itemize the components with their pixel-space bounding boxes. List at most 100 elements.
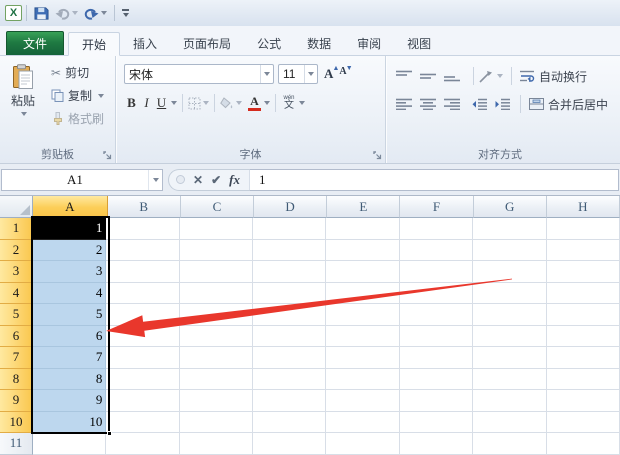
cell-E2[interactable] <box>326 239 400 261</box>
row-header-2[interactable]: 2 <box>0 239 33 261</box>
column-header-E[interactable]: E <box>327 196 401 218</box>
cell-A11[interactable] <box>32 433 107 455</box>
font-size-combo[interactable]: 11 <box>278 64 318 84</box>
orientation-dropdown-arrow[interactable] <box>497 74 503 78</box>
column-header-C[interactable]: C <box>180 196 255 218</box>
cell-D5[interactable] <box>253 304 327 326</box>
cell-D10[interactable] <box>253 411 327 433</box>
cell-C2[interactable] <box>179 239 254 261</box>
shrink-font-button[interactable]: A ▼ <box>339 64 352 77</box>
cell-C3[interactable] <box>179 261 254 283</box>
row-header-9[interactable]: 9 <box>0 390 33 412</box>
cell-C1[interactable] <box>179 218 254 240</box>
cell-A10[interactable]: 10 <box>32 411 107 433</box>
cell-F8[interactable] <box>399 368 474 390</box>
cell-B7[interactable] <box>106 347 180 369</box>
cell-B11[interactable] <box>106 433 180 455</box>
cell-H3[interactable] <box>546 261 620 283</box>
cell-A5[interactable]: 5 <box>32 304 107 326</box>
cell-E3[interactable] <box>326 261 400 283</box>
row-header-10[interactable]: 10 <box>0 411 33 433</box>
font-color-dropdown-arrow[interactable] <box>264 101 270 105</box>
align-top-button[interactable] <box>396 70 412 82</box>
cell-F9[interactable] <box>399 390 474 412</box>
cell-G8[interactable] <box>473 368 547 390</box>
cell-F3[interactable] <box>399 261 474 283</box>
fill-color-button[interactable] <box>220 96 242 110</box>
insert-function-button[interactable]: fx <box>229 172 240 188</box>
row-header-7[interactable]: 7 <box>0 347 33 369</box>
cell-B3[interactable] <box>106 261 180 283</box>
formula-input[interactable]: 1 <box>248 168 619 191</box>
cell-E7[interactable] <box>326 347 400 369</box>
cell-B10[interactable] <box>106 411 180 433</box>
font-size-dropdown-arrow[interactable] <box>304 65 317 83</box>
cell-G6[interactable] <box>473 325 547 347</box>
paste-button[interactable]: 粘贴 <box>0 61 46 130</box>
cell-B6[interactable] <box>106 325 180 347</box>
cell-E11[interactable] <box>326 433 400 455</box>
cell-C6[interactable] <box>179 325 254 347</box>
row-header-8[interactable]: 8 <box>0 368 33 390</box>
row-header-11[interactable]: 11 <box>0 433 33 455</box>
cell-C5[interactable] <box>179 304 254 326</box>
cell-H4[interactable] <box>546 282 620 304</box>
cell-E4[interactable] <box>326 282 400 304</box>
bold-button[interactable]: B <box>124 95 139 111</box>
cell-G9[interactable] <box>473 390 547 412</box>
tab-formulas[interactable]: 公式 <box>244 31 294 55</box>
column-header-D[interactable]: D <box>254 196 328 218</box>
borders-dropdown-arrow[interactable] <box>203 101 209 105</box>
format-painter-button[interactable]: 格式刷 <box>48 107 107 130</box>
cell-B8[interactable] <box>106 368 180 390</box>
align-left-button[interactable] <box>396 98 412 110</box>
cell-D9[interactable] <box>253 390 327 412</box>
cell-F1[interactable] <box>399 218 474 240</box>
underline-dropdown-arrow[interactable] <box>171 101 177 105</box>
cell-B2[interactable] <box>106 239 180 261</box>
column-header-B[interactable]: B <box>107 196 181 218</box>
cell-F7[interactable] <box>399 347 474 369</box>
italic-button[interactable]: I <box>139 95 154 111</box>
align-center-button[interactable] <box>420 98 436 110</box>
cell-E10[interactable] <box>326 411 400 433</box>
cell-D8[interactable] <box>253 368 327 390</box>
cell-D11[interactable] <box>253 433 327 455</box>
tab-insert[interactable]: 插入 <box>120 31 170 55</box>
borders-button[interactable] <box>188 97 209 110</box>
cell-E8[interactable] <box>326 368 400 390</box>
tab-review[interactable]: 审阅 <box>344 31 394 55</box>
font-name-dropdown-arrow[interactable] <box>260 65 273 83</box>
font-name-combo[interactable]: 宋体 <box>124 64 274 84</box>
cell-C8[interactable] <box>179 368 254 390</box>
column-header-F[interactable]: F <box>400 196 474 218</box>
redo-dropdown-arrow[interactable] <box>101 11 107 15</box>
column-header-A[interactable]: A <box>32 196 108 218</box>
row-header-4[interactable]: 4 <box>0 282 33 304</box>
cell-C4[interactable] <box>179 282 254 304</box>
cell-F5[interactable] <box>399 304 474 326</box>
cell-H7[interactable] <box>546 347 620 369</box>
cell-C9[interactable] <box>179 390 254 412</box>
row-header-3[interactable]: 3 <box>0 261 33 283</box>
cell-G2[interactable] <box>473 239 547 261</box>
cell-A6[interactable]: 6 <box>32 325 107 347</box>
cell-G1[interactable] <box>473 218 547 240</box>
cell-G11[interactable] <box>473 433 547 455</box>
cell-E6[interactable] <box>326 325 400 347</box>
cell-H2[interactable] <box>546 239 620 261</box>
cell-D2[interactable] <box>253 239 327 261</box>
cell-H8[interactable] <box>546 368 620 390</box>
cell-C11[interactable] <box>179 433 254 455</box>
name-box[interactable]: A1 <box>1 168 163 191</box>
cell-A3[interactable]: 3 <box>32 261 107 283</box>
phonetic-dropdown-arrow[interactable] <box>299 101 305 105</box>
cell-A7[interactable]: 7 <box>32 347 107 369</box>
cell-H6[interactable] <box>546 325 620 347</box>
cell-B1[interactable] <box>106 218 180 240</box>
undo-dropdown-arrow[interactable] <box>72 11 78 15</box>
cell-H11[interactable] <box>546 433 620 455</box>
phonetic-guide-button[interactable]: wén 文 <box>281 95 297 111</box>
cell-B9[interactable] <box>106 390 180 412</box>
font-dialog-launcher-icon[interactable] <box>373 151 382 160</box>
